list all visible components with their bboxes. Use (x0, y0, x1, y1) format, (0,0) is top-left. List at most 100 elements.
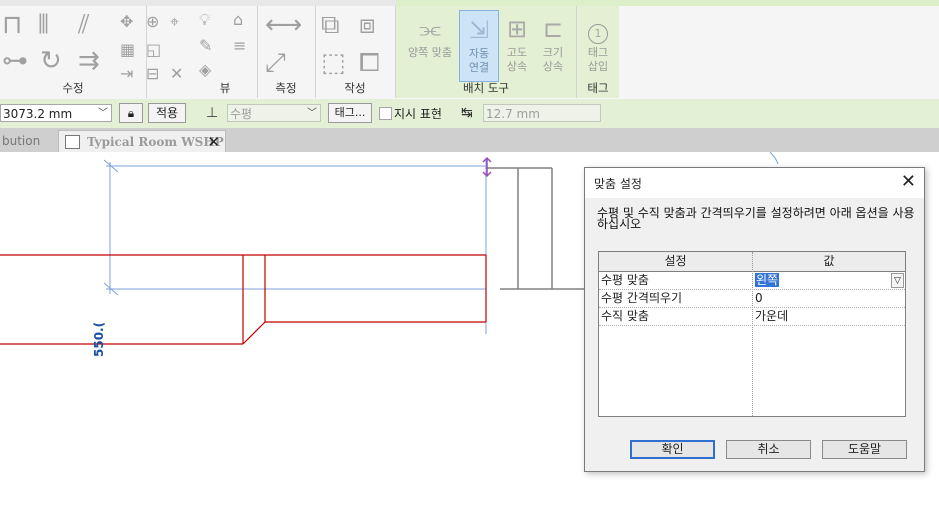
trim-icon[interactable]: ⌖ (170, 14, 179, 30)
measure-panel: ⟷ ⤢ 측정 (257, 6, 316, 98)
ribbon: ⊓ ⫴ ⫽ ✥ ⊕ ⌖ ⊶ ↻ ⇉ ▦ ◱ ⇥ ⊟ ✕ 수정 💡︎ ⌂ ✎ ≡ … (0, 0, 939, 100)
dimension-lines (103, 159, 487, 334)
measure-panel-label: 측정 (275, 81, 297, 95)
help-button[interactable]: 도움말 (822, 440, 907, 459)
tag-insert-label-2: 삽입 (587, 60, 609, 73)
orientation-value: 수평 (230, 107, 253, 121)
orientation-icon: ⊥ (206, 105, 219, 121)
eraser-icon[interactable]: ◈ (199, 62, 211, 78)
h-justify-dropdown[interactable]: ▽ (891, 273, 904, 288)
drag-handle (482, 156, 492, 178)
chevron-down-icon: ▽ (894, 276, 901, 286)
inherit-size-label-1: 크기 (542, 46, 564, 59)
both-align-icon: ⫘ (419, 15, 441, 43)
col-value: 값 (823, 254, 835, 268)
col-setting: 설정 (664, 254, 687, 268)
leader-checkbox[interactable] (379, 107, 392, 120)
layout-tools-panel: ⫘ 양쪽 맞춤 ⇲ 자동 연결 ⊞ 고도 상속 ⊏ 크기 상속 배치 도구 (396, 6, 577, 98)
create-group-icon[interactable]: ⧈ (359, 12, 376, 38)
view-panel-label: 뷰 (219, 81, 231, 95)
align-icon[interactable]: ⊓ (2, 12, 22, 38)
tag-insert-label-1: 태그 (587, 46, 609, 59)
justification-dialog: 맞춤 설정 ✕ 수평 및 수직 맞춤과 간격띄우기를 설정하려면 아래 옵션을 … (584, 167, 925, 472)
ok-button[interactable]: 확인 (630, 440, 715, 459)
both-align-label: 양쪽 맞춤 (408, 46, 452, 59)
close-icon[interactable]: ✕ (901, 170, 916, 194)
dialog-title: 맞춤 설정 (594, 177, 642, 191)
row-value-v-justify[interactable]: 가운데 (753, 307, 905, 325)
apply-button[interactable]: 적용 (148, 103, 186, 123)
row-divider (599, 325, 905, 326)
h-justify-value: 왼쪽 (755, 273, 780, 287)
mirror-pick-icon[interactable]: ⫴ (38, 12, 49, 38)
create-assembly-icon[interactable]: ⬚ (321, 50, 346, 76)
chevron-down-icon: ﹀ (307, 108, 317, 119)
tag-panel-label: 태그 (587, 81, 609, 95)
view-panel: 💡︎ ⌂ ✎ ≡ ◈ 뷰 (193, 6, 258, 98)
mirror-draw-icon[interactable]: ⫽ (78, 12, 90, 38)
leader-label: 지시 표현 (394, 107, 442, 121)
paint-icon[interactable]: ✎ (199, 38, 212, 54)
tab-typical-room[interactable]: Typical Room WSHP ✕ (58, 130, 226, 153)
offset-combo[interactable]: 3073.2 mm ﹀ (0, 104, 112, 122)
layout-tools-panel-label: 배치 도구 (463, 81, 509, 95)
tag-insert-button[interactable]: 1 태그 삽입 (579, 10, 617, 80)
copy-icon[interactable]: ⊕ (146, 14, 159, 30)
tag-icon: 1 (583, 14, 613, 44)
close-icon[interactable]: ✕ (207, 131, 220, 153)
dialog-description: 수평 및 수직 맞춤과 간격띄우기를 설정하려면 아래 옵션을 사용하십시오 (597, 206, 915, 231)
row-setting-h-justify[interactable]: 수평 맞춤 (599, 271, 751, 289)
row-value-h-justify[interactable]: 왼쪽 (753, 271, 885, 289)
inherit-elevation-button[interactable]: ⊞ 고도 상속 (498, 10, 536, 80)
inherit-elevation-label-2: 상속 (506, 60, 528, 73)
chevron-down-icon: ﹀ (98, 108, 108, 119)
split-icon[interactable]: ⇉ (78, 48, 100, 74)
document-tabs: bution Typical Room WSHP ✕ (0, 128, 939, 153)
auto-connect-label-1: 자동 (468, 47, 490, 60)
bulb-icon[interactable]: 💡︎ (199, 12, 210, 28)
settings-grid: 설정 값 수평 맞춤 왼쪽 ▽ 수평 간격띄우기 0 수직 맞춤 가운데 (598, 251, 906, 417)
inherit-elevation-label-1: 고도 (506, 46, 528, 59)
duct-outline (0, 254, 487, 345)
tag-panel: 1 태그 삽입 태그 (577, 6, 619, 98)
length-field[interactable]: 12.7 mm (483, 104, 601, 122)
rotate-icon[interactable]: ↻ (40, 48, 62, 74)
create-panel: ⧉ ⧈ ⬚ ⧠ 작성 (315, 6, 396, 98)
cancel-button[interactable]: 취소 (726, 440, 811, 459)
offset-icon[interactable]: ⊶ (2, 48, 28, 74)
inherit-size-button[interactable]: ⊏ 크기 상속 (534, 10, 572, 80)
both-align-button[interactable]: ⫘ 양쪽 맞춤 (402, 10, 458, 80)
create-similar-icon[interactable]: ⧉ (321, 12, 340, 38)
thin-lines-icon[interactable]: ≡ (233, 38, 246, 54)
unpin-icon[interactable]: ⊟ (146, 66, 159, 82)
dialog-titlebar: 맞춤 설정 ✕ (585, 168, 924, 198)
auto-connect-icon: ⇲ (468, 16, 490, 44)
inherit-size-icon: ⊏ (542, 15, 564, 43)
scale-icon[interactable]: ◱ (146, 42, 161, 58)
orientation-combo[interactable]: 수평 ﹀ (227, 104, 321, 122)
arc-fragment (769, 152, 779, 165)
equipment-outline (486, 167, 590, 290)
view-tools-icon[interactable]: ⌂ (233, 12, 243, 28)
measure-distance-icon[interactable]: ⟷ (265, 12, 302, 38)
options-bar: 3073.2 mm ﹀ 🔒︎ 적용 ⊥ 수평 ﹀ 태그... 지시 표현 ↹ 1… (0, 99, 939, 129)
dimension-text[interactable]: 550.( (92, 322, 106, 357)
aligned-dimension-icon[interactable]: ⤢ (265, 50, 286, 76)
lock-button[interactable]: 🔒︎ (119, 103, 143, 123)
inherit-size-label-2: 상속 (542, 60, 564, 73)
modify-panel: ⊓ ⫴ ⫽ ✥ ⊕ ⌖ ⊶ ↻ ⇉ ▦ ◱ ⇥ ⊟ ✕ 수정 (0, 6, 183, 98)
delete-icon[interactable]: ✕ (170, 66, 183, 82)
tab-distribution[interactable]: bution (0, 130, 58, 152)
row-value-h-offset[interactable]: 0 (753, 289, 905, 307)
array-icon[interactable]: ▦ (120, 42, 135, 58)
inherit-elevation-icon: ⊞ (506, 15, 528, 43)
create-parts-icon[interactable]: ⧠ (359, 50, 380, 76)
modify-panel-label: 수정 (62, 81, 84, 95)
row-setting-v-justify[interactable]: 수직 맞춤 (599, 307, 751, 325)
move-icon[interactable]: ✥ (120, 14, 133, 30)
tag-button[interactable]: 태그... (328, 103, 372, 123)
auto-connect-button[interactable]: ⇲ 자동 연결 (459, 10, 499, 82)
row-setting-h-offset[interactable]: 수평 간격띄우기 (599, 289, 751, 307)
tag-number: 1 (588, 24, 608, 44)
auto-connect-label-2: 연결 (468, 61, 490, 74)
